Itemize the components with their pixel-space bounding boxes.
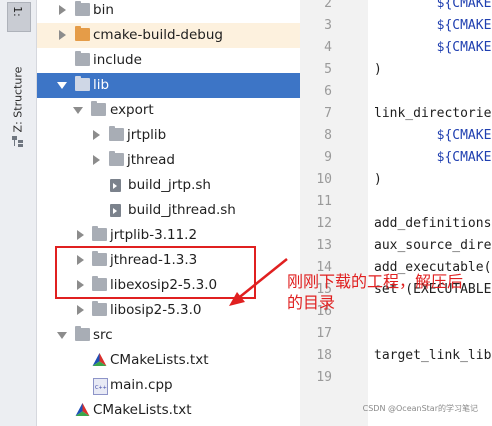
- watermark: CSDN @OceanStar的学习笔记: [362, 404, 478, 413]
- annotation-arrow-icon: [229, 258, 288, 306]
- annotation-note: 刚刚下载的工程，解压后的目录: [287, 272, 464, 312]
